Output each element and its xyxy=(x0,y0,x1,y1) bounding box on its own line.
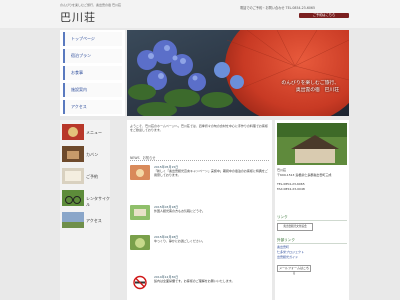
link-badge[interactable]: 奥出雲観光文化協会 xyxy=(277,223,313,231)
links-heading: リンク xyxy=(277,215,347,221)
mail-form-button[interactable]: メールフォームはこちら xyxy=(277,265,311,275)
sidebar-item-bicycle[interactable]: レンタサイクル xyxy=(86,196,110,208)
sidebar-thumb-bicycle[interactable] xyxy=(62,190,84,206)
nav-item-facilities[interactable]: 施設案内 xyxy=(63,83,122,97)
external-link-1[interactable]: 奥出雲町 xyxy=(277,245,347,249)
nav-item-meals[interactable]: お食事 xyxy=(63,66,122,80)
tagline: のんびりを楽しむご旅行、奥出雲の宿 巴川荘 xyxy=(60,3,121,7)
news-item-1: 2015年05月15日 「新しく『奥出雲観光宣言キャンペーン』実施中」期間中の宿… xyxy=(154,165,268,178)
sidebar-thumb-access[interactable] xyxy=(62,212,84,228)
inn-fax: FAX.0854-23-0048 xyxy=(277,187,305,191)
news-text-2[interactable]: 外国人観光客の方もお気軽にどうぞ。 xyxy=(154,209,268,213)
header: のんびりを楽しむご旅行、奥出雲の宿 巴川荘 巴川荘 電話でのご予約・お問い合わせ… xyxy=(0,0,400,28)
sidebar-thumb-menu[interactable] xyxy=(62,124,84,140)
inn-name: 巴川荘 xyxy=(277,168,287,172)
header-contact: 電話でのご予約・お問い合わせ TEL.0854-23-6065 xyxy=(240,6,315,10)
news-heading: NEWS お知らせ xyxy=(130,155,269,161)
news-thumb-3 xyxy=(130,235,150,250)
nav-item-access[interactable]: アクセス xyxy=(63,100,122,114)
intro-text: ようこそ、巴川荘のホームページへ。巴川荘では、四季折々の旬の食材を中心に手作りの… xyxy=(130,124,268,133)
news-text-4[interactable]: 館内は全面禁煙です。お客様のご理解をお願いいたします。 xyxy=(154,279,268,283)
right-sidebar: 巴川荘 〒699-1513 島根県仁多郡奥出雲町三成 TEL.0854-23-6… xyxy=(275,120,349,300)
sidebar-item-menu[interactable]: メニュー xyxy=(86,130,102,136)
external-link-2[interactable]: 仁多米プロジェクト xyxy=(277,250,347,254)
hero-banner: のんびりを楽しむご旅行、 奥出雲の宿 巴川荘 xyxy=(127,30,349,116)
sidebar-item-reserve[interactable]: ご予約 xyxy=(86,174,98,180)
inn-address: 〒699-1513 島根県仁多郡奥出雲町三成 xyxy=(277,173,332,177)
hero-caption-line1: のんびりを楽しむご旅行、 xyxy=(281,81,339,86)
news-text-3[interactable]: ゆっくり、静かにお過ごしください。 xyxy=(154,239,268,243)
main-content: ようこそ、巴川荘のホームページへ。巴川荘では、四季折々の旬の食材を中心に手作りの… xyxy=(127,120,272,300)
news-thumb-2 xyxy=(130,205,150,220)
external-link-3[interactable]: 出雲観光ガイド xyxy=(277,255,347,259)
news-thumb-1 xyxy=(130,165,150,180)
inn-photo xyxy=(277,123,347,165)
sidebar-item-bag[interactable]: カバン xyxy=(86,152,98,158)
left-sidebar: メニュー カバン ご予約 レンタサイクル アクセス xyxy=(60,120,110,300)
news-item-4: 2014年12月30日 館内は全面禁煙です。お客様のご理解をお願いいたします。 xyxy=(154,275,268,283)
reserve-button[interactable]: ご予約はこちら xyxy=(299,13,349,18)
sidebar-item-access[interactable]: アクセス xyxy=(86,218,102,224)
hero-caption: のんびりを楽しむご旅行、 奥出雲の宿 巴川荘 xyxy=(281,80,339,94)
main-nav: トップページ 宿泊プラン お食事 施設案内 アクセス xyxy=(60,30,125,116)
page: のんびりを楽しむご旅行、奥出雲の宿 巴川荘 巴川荘 電話でのご予約・お問い合わせ… xyxy=(0,0,400,300)
site-title[interactable]: 巴川荘 xyxy=(60,9,96,25)
external-links-heading: 外部リンク xyxy=(277,238,347,244)
news-item-2: 2015年03月18日 外国人観光客の方もお気軽にどうぞ。 xyxy=(154,205,268,213)
inn-tel: TEL.0854-23-6065 xyxy=(277,182,305,186)
news-text-1[interactable]: 「新しく『奥出雲観光宣言キャンペーン』実施中」期間中の宿泊のお客様に特典をご用意… xyxy=(154,169,268,177)
sidebar-thumb-bag[interactable] xyxy=(62,146,84,162)
nav-item-top[interactable]: トップページ xyxy=(63,32,122,46)
no-smoking-icon xyxy=(130,275,150,290)
hero-image xyxy=(127,30,349,116)
news-item-3: 2015年02月28日 ゆっくり、静かにお過ごしください。 xyxy=(154,235,268,243)
nav-item-plans[interactable]: 宿泊プラン xyxy=(63,49,122,63)
hero-caption-line2: 奥出雲の宿 巴川荘 xyxy=(295,88,339,93)
sidebar-thumb-reserve[interactable] xyxy=(62,168,84,184)
